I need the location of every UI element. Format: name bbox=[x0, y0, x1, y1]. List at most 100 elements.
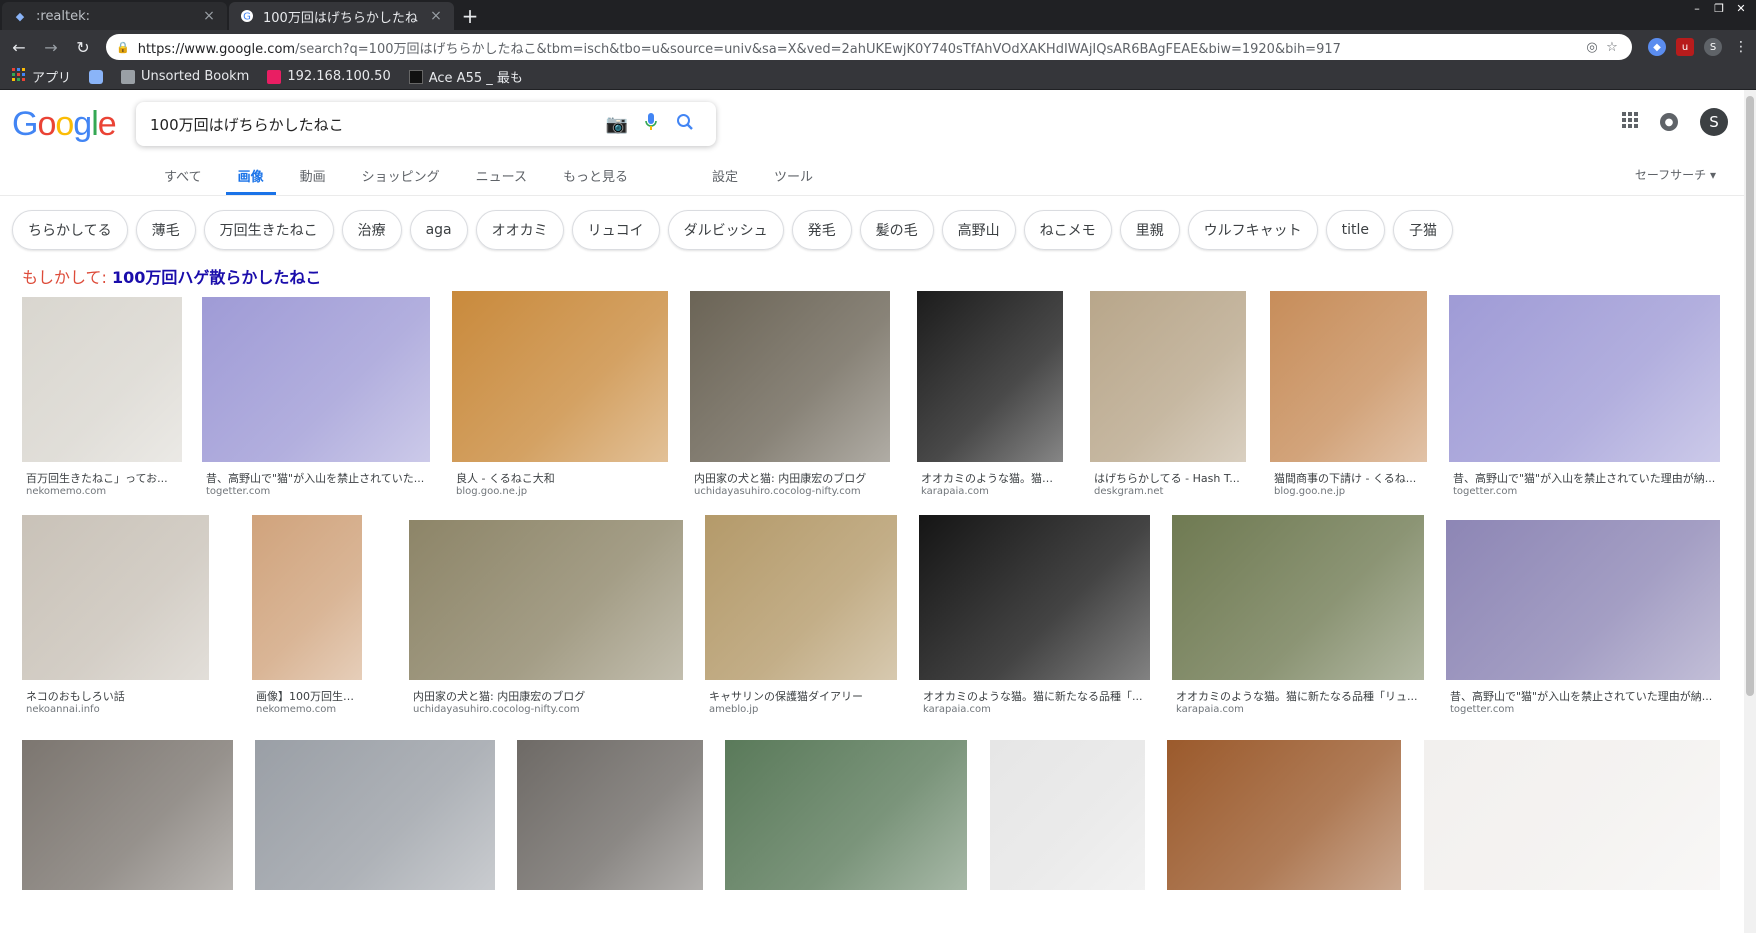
tab-more[interactable]: もっと見る bbox=[551, 166, 640, 195]
result-source[interactable]: togetter.com bbox=[1453, 486, 1517, 497]
result-source[interactable]: togetter.com bbox=[1450, 704, 1514, 715]
safesearch-dropdown[interactable]: セーフサーチ ▾ bbox=[1635, 166, 1716, 183]
image-result[interactable] bbox=[1167, 740, 1401, 890]
image-result[interactable] bbox=[1090, 291, 1246, 462]
related-chip[interactable]: オオカミ bbox=[475, 210, 564, 250]
image-result[interactable] bbox=[1270, 291, 1427, 462]
image-result[interactable] bbox=[705, 515, 897, 680]
bookmark-unsorted[interactable]: Unsorted Bookm bbox=[121, 69, 249, 84]
result-source[interactable]: blog.goo.ne.jp bbox=[456, 486, 527, 497]
image-result[interactable] bbox=[202, 297, 430, 462]
back-button[interactable]: ← bbox=[6, 34, 32, 60]
image-result[interactable] bbox=[1424, 740, 1720, 890]
tab-shopping[interactable]: ショッピング bbox=[350, 166, 452, 195]
tab-google-search[interactable]: G 100万回はげちらかしたね × bbox=[229, 2, 454, 30]
new-tab-button[interactable]: + bbox=[454, 2, 486, 30]
result-caption[interactable]: 昔、高野山で"猫"が入山を禁止されていた理由が納... bbox=[1453, 470, 1715, 486]
result-source[interactable]: ameblo.jp bbox=[709, 704, 758, 715]
related-chip[interactable]: ウルフキャット bbox=[1187, 210, 1318, 250]
related-chip[interactable]: ちらかしてる bbox=[12, 210, 128, 250]
notifications-icon[interactable]: ● bbox=[1660, 113, 1678, 131]
image-result[interactable] bbox=[990, 740, 1145, 890]
image-result[interactable] bbox=[252, 515, 362, 680]
image-result[interactable] bbox=[919, 515, 1150, 680]
image-result[interactable] bbox=[452, 291, 668, 462]
result-caption[interactable]: オオカミのような猫。猫に新たなる品種「リュ... bbox=[1176, 688, 1418, 704]
tab-videos[interactable]: 動画 bbox=[288, 166, 338, 195]
related-chip[interactable]: 子猫 bbox=[1393, 210, 1454, 250]
result-caption[interactable]: 内田家の犬と猫: 内田康宏のブログ bbox=[413, 688, 585, 704]
account-avatar[interactable]: S bbox=[1700, 108, 1728, 136]
scrollbar-thumb[interactable] bbox=[1746, 96, 1754, 696]
image-result[interactable] bbox=[517, 740, 703, 890]
result-source[interactable]: togetter.com bbox=[206, 486, 270, 497]
result-caption[interactable]: オオカミのような猫。猫に... bbox=[921, 470, 1063, 486]
bookmark-router[interactable]: 192.168.100.50 bbox=[267, 69, 391, 84]
image-result[interactable] bbox=[725, 740, 967, 890]
close-window-button[interactable]: ✕ bbox=[1732, 2, 1750, 16]
image-result[interactable] bbox=[917, 291, 1063, 462]
related-chip[interactable]: 治療 bbox=[341, 210, 402, 250]
related-chip[interactable]: 薄毛 bbox=[135, 210, 196, 250]
image-result[interactable] bbox=[22, 740, 233, 890]
microphone-icon[interactable] bbox=[634, 112, 668, 137]
result-source[interactable]: karapaia.com bbox=[1176, 704, 1244, 715]
result-caption[interactable]: 内田家の犬と猫: 内田康宏のブログ bbox=[694, 470, 866, 486]
result-source[interactable]: karapaia.com bbox=[923, 704, 991, 715]
ublock-icon[interactable]: u bbox=[1676, 38, 1694, 56]
tab-settings[interactable]: 設定 bbox=[700, 166, 750, 195]
minimize-button[interactable]: – bbox=[1688, 2, 1706, 16]
result-source[interactable]: nekomemo.com bbox=[256, 704, 336, 715]
image-result[interactable] bbox=[1449, 295, 1720, 462]
result-caption[interactable]: 良人 - くるねこ大和 bbox=[456, 470, 555, 486]
image-result[interactable] bbox=[255, 740, 495, 890]
result-source[interactable]: blog.goo.ne.jp bbox=[1274, 486, 1345, 497]
result-source[interactable]: uchidayasuhiro.cocolog-nifty.com bbox=[694, 486, 861, 497]
location-icon[interactable]: ◎ bbox=[1582, 40, 1602, 55]
google-apps-icon[interactable] bbox=[1622, 111, 1638, 133]
related-chip[interactable]: 高野山 bbox=[941, 210, 1016, 250]
image-result[interactable] bbox=[22, 297, 182, 462]
restore-button[interactable]: ❐ bbox=[1710, 2, 1728, 16]
result-source[interactable]: uchidayasuhiro.cocolog-nifty.com bbox=[413, 704, 580, 715]
reload-button[interactable]: ↻ bbox=[70, 34, 96, 60]
search-input[interactable] bbox=[150, 115, 600, 133]
related-chip[interactable]: ねこメモ bbox=[1023, 210, 1112, 250]
result-caption[interactable]: ネコのおもしろい話 bbox=[26, 688, 125, 704]
related-chip[interactable]: 万回生きたねこ bbox=[203, 210, 334, 250]
related-chip[interactable]: aga bbox=[409, 210, 468, 250]
camera-icon[interactable]: 📷 bbox=[600, 114, 634, 135]
bookmark-realtek[interactable] bbox=[89, 69, 104, 84]
image-result[interactable] bbox=[22, 515, 209, 680]
profile-icon[interactable]: S bbox=[1704, 38, 1722, 56]
tab-news[interactable]: ニュース bbox=[464, 166, 539, 195]
bookmark-apps[interactable]: アプリ bbox=[12, 67, 71, 86]
related-chip[interactable]: リュコイ bbox=[571, 210, 660, 250]
result-caption[interactable]: オオカミのような猫。猫に新たなる品種「... bbox=[923, 688, 1143, 704]
google-logo[interactable]: Google bbox=[12, 105, 117, 144]
result-caption[interactable]: 画像】100万回生きたねこ... bbox=[256, 688, 362, 704]
result-source[interactable]: nekomemo.com bbox=[26, 486, 106, 497]
result-source[interactable]: karapaia.com bbox=[921, 486, 989, 497]
result-caption[interactable]: 百万回生きたねこ」ってお... bbox=[26, 470, 168, 486]
related-chip[interactable]: 発毛 bbox=[791, 210, 852, 250]
tab-tools[interactable]: ツール bbox=[762, 166, 825, 195]
menu-icon[interactable]: ⋮ bbox=[1732, 38, 1750, 56]
tab-images[interactable]: 画像 bbox=[225, 166, 276, 195]
result-source[interactable]: nekoannai.info bbox=[26, 704, 100, 715]
result-caption[interactable]: キャサリンの保護猫ダイアリー bbox=[709, 688, 863, 704]
image-result[interactable] bbox=[1172, 515, 1424, 680]
result-caption[interactable]: はげちらかしてる - Hash T... bbox=[1094, 470, 1240, 486]
result-caption[interactable]: 昔、高野山で"猫"が入山を禁止されていた... bbox=[206, 470, 424, 486]
page-scrollbar[interactable] bbox=[1744, 90, 1756, 933]
tab-realtek[interactable]: ◆ :realtek: × bbox=[2, 2, 227, 30]
image-result[interactable] bbox=[409, 520, 683, 680]
bookmark-ace-a55[interactable]: Ace A55 _ 最も bbox=[408, 67, 523, 86]
address-bar[interactable]: 🔒 https://www.google.com/search?q=100万回は… bbox=[106, 34, 1632, 60]
forward-button[interactable]: → bbox=[38, 34, 64, 60]
image-result[interactable] bbox=[690, 291, 890, 462]
tab-close-icon[interactable]: × bbox=[428, 8, 444, 24]
result-caption[interactable]: 猫間商事の下請け - くるね... bbox=[1274, 470, 1416, 486]
tab-all[interactable]: すべて bbox=[152, 166, 214, 195]
extension-icon[interactable]: ◆ bbox=[1648, 38, 1666, 56]
